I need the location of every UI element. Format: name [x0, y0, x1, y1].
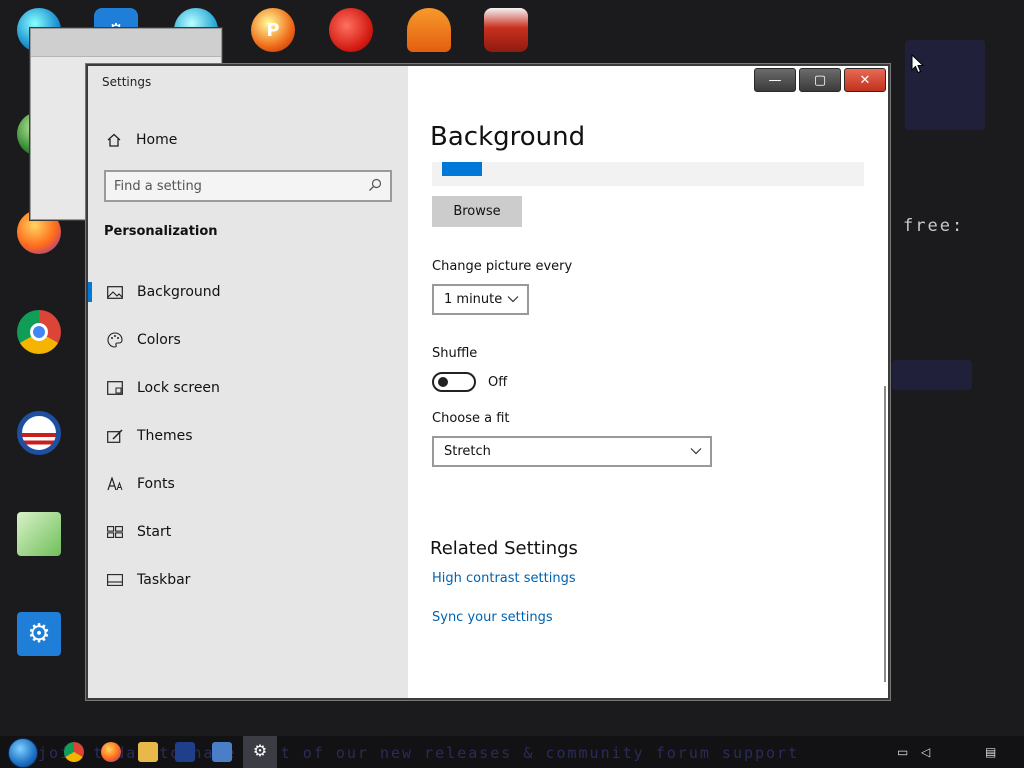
- desktop-icon-chrome[interactable]: [13, 310, 65, 362]
- shuffle-state: Off: [488, 375, 508, 390]
- palette-icon: [106, 332, 124, 348]
- sync-settings-link[interactable]: Sync your settings: [432, 610, 553, 625]
- background-preview-swatch: [442, 162, 482, 176]
- page-title: Background: [430, 122, 586, 152]
- nav-item-start[interactable]: Start: [88, 512, 408, 552]
- taskbar-ticker-text: join today to have rest of our new relea…: [38, 744, 800, 762]
- desktop-icon-settings-2[interactable]: ⚙: [13, 612, 65, 664]
- gear-icon: ⚙: [17, 612, 61, 656]
- choose-fit-dropdown[interactable]: Stretch: [432, 436, 712, 467]
- desktop-icon-game[interactable]: P: [247, 8, 299, 60]
- choose-fit-value: Stretch: [444, 444, 491, 459]
- nav-item-themes[interactable]: Themes: [88, 416, 408, 456]
- nav-item-label: Colors: [137, 332, 181, 348]
- change-picture-value: 1 minute: [444, 292, 503, 307]
- notification-icon[interactable]: ▤: [985, 745, 999, 759]
- taskbar-icon: [106, 572, 124, 588]
- nav-item-lock-screen[interactable]: Lock screen: [88, 368, 408, 408]
- start-button[interactable]: [8, 738, 38, 768]
- background-preview-strip: [432, 162, 864, 186]
- chevron-down-icon: [690, 448, 702, 455]
- desktop-icon-book[interactable]: [480, 8, 532, 60]
- nav-item-label: Themes: [137, 428, 193, 444]
- game-p-icon: P: [251, 8, 295, 52]
- volume-icon[interactable]: ◁: [921, 745, 935, 759]
- wallpaper-block: [892, 360, 972, 390]
- folder-icon[interactable]: [138, 742, 158, 762]
- nav-item-taskbar[interactable]: Taskbar: [88, 560, 408, 600]
- change-picture-dropdown[interactable]: 1 minute: [432, 284, 529, 315]
- setting-search-box[interactable]: [104, 170, 392, 202]
- shuffle-label: Shuffle: [432, 346, 478, 361]
- choose-fit-label: Choose a fit: [432, 411, 510, 426]
- change-picture-label: Change picture every: [432, 259, 573, 274]
- nav-item-background[interactable]: Background: [88, 272, 408, 312]
- wallpaper-banner-text: free:: [903, 216, 965, 236]
- chrome-icon: [17, 310, 61, 354]
- desktop-icon-vlc[interactable]: [403, 8, 455, 60]
- taskbar: join today to have rest of our new relea…: [0, 736, 1024, 768]
- chrome-icon[interactable]: [64, 742, 84, 762]
- terminal-icon[interactable]: [175, 742, 195, 762]
- background-window-titlebar[interactable]: [31, 29, 221, 57]
- fonts-icon: [106, 476, 124, 492]
- toggle-knob: [438, 377, 448, 387]
- notepad-icon: [17, 512, 61, 556]
- picture-icon: [106, 284, 124, 300]
- nav-item-label: Lock screen: [137, 380, 220, 396]
- vlc-cone-icon: [407, 8, 451, 52]
- nav-item-label: Taskbar: [137, 572, 191, 588]
- nav-home[interactable]: Home: [106, 130, 177, 150]
- mouse-pointer-icon: [911, 54, 925, 74]
- window-title: Settings: [102, 75, 152, 89]
- desktop-icon-notepad[interactable]: [13, 512, 65, 564]
- nav-home-label: Home: [136, 132, 178, 148]
- related-settings-title: Related Settings: [430, 538, 578, 559]
- chevron-down-icon: [507, 296, 519, 303]
- desktop-icon-obama[interactable]: [13, 411, 65, 463]
- nav-item-label: Fonts: [137, 476, 175, 492]
- high-contrast-link[interactable]: High contrast settings: [432, 571, 576, 586]
- nav-item-label: Background: [137, 284, 221, 300]
- gear-icon: ⚙: [252, 741, 268, 760]
- search-icon[interactable]: [368, 178, 382, 194]
- lock-screen-icon: [106, 380, 124, 396]
- setting-search-input[interactable]: [114, 177, 354, 195]
- window-icon[interactable]: [212, 742, 232, 762]
- nav-item-colors[interactable]: Colors: [88, 320, 408, 360]
- angry-bird-icon: [329, 8, 373, 52]
- home-icon: [107, 133, 121, 147]
- firefox-icon[interactable]: [101, 742, 121, 762]
- obama-logo-icon: [17, 411, 61, 455]
- settings-window[interactable]: Home Personalization Background Colors: [86, 64, 890, 700]
- settings-nav-pane: Home Personalization Background Colors: [88, 66, 408, 698]
- nav-item-fonts[interactable]: Fonts: [88, 464, 408, 504]
- taskbar-active-app[interactable]: ⚙: [243, 736, 277, 768]
- nav-item-label: Start: [137, 524, 172, 540]
- nav-section-personalization: Personalization: [104, 224, 218, 239]
- content-scrollbar[interactable]: [884, 386, 886, 682]
- network-icon[interactable]: ▭: [897, 745, 911, 759]
- browse-button[interactable]: Browse: [432, 196, 522, 227]
- themes-icon: [106, 428, 124, 444]
- book-icon: [484, 8, 528, 52]
- shuffle-toggle[interactable]: [432, 372, 476, 392]
- desktop-icon-bird[interactable]: [325, 8, 377, 60]
- settings-content: Background Browse Change picture every 1…: [408, 66, 888, 698]
- start-icon: [106, 524, 124, 540]
